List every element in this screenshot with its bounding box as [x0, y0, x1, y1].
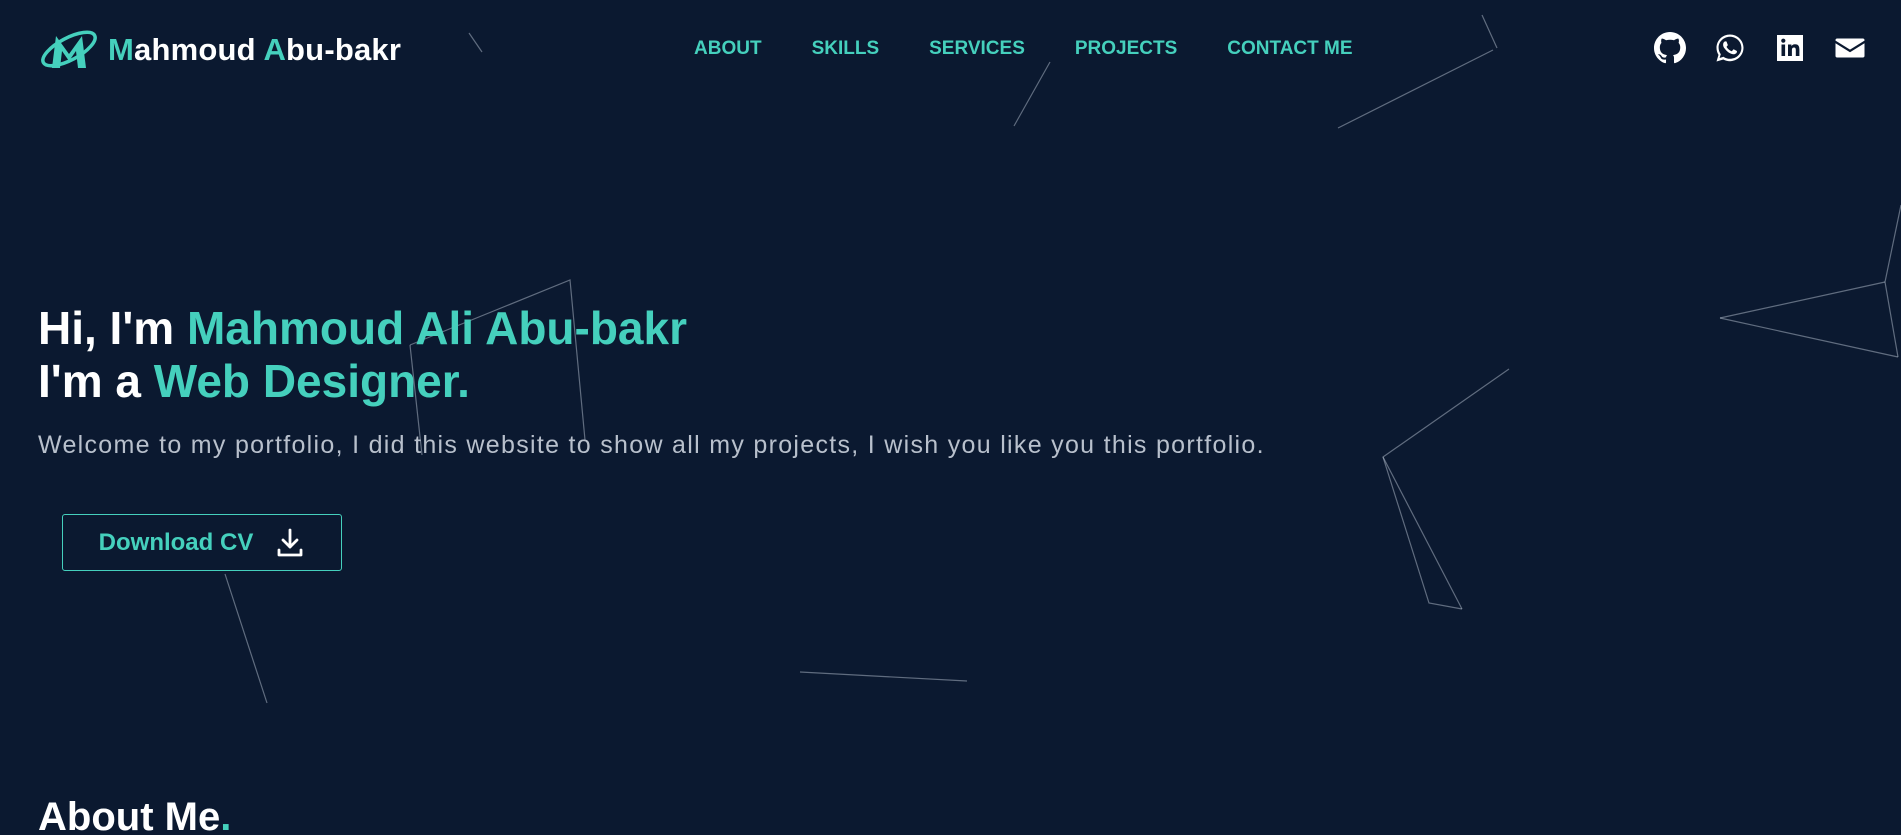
about-section-title: About Me. [38, 795, 232, 835]
whatsapp-link[interactable] [1714, 32, 1746, 64]
hero-name: Mahmoud Ali Abu-bakr [186, 302, 687, 354]
email-link[interactable] [1834, 32, 1866, 64]
nav-link-projects[interactable]: PROJECTS [1075, 36, 1177, 62]
nav-link-services[interactable]: SERVICES [929, 36, 1025, 62]
background-particle-lines [224, 14, 1901, 704]
hero-role-line: I'm a Web Designer. [38, 355, 470, 407]
brand-name: Mahmoud Abu-bakr [108, 32, 402, 67]
nav-link-skills[interactable]: SKILLS [812, 36, 880, 62]
brand-logo-icon [41, 30, 97, 68]
main-nav: ABOUT SKILLS SERVICES PROJECTS CONTACT M… [694, 36, 1353, 62]
github-link[interactable] [1654, 32, 1686, 64]
nav-link-about[interactable]: ABOUT [694, 36, 762, 62]
linkedin-link[interactable] [1774, 32, 1806, 64]
download-cv-label: Download CV [98, 528, 254, 556]
download-icon [277, 528, 303, 556]
hero-role: Web Designer. [153, 355, 470, 407]
social-links [1654, 32, 1866, 64]
github-icon [1654, 32, 1686, 64]
linkedin-icon [1777, 35, 1803, 61]
mail-icon [1835, 38, 1865, 58]
hero-intro-text: Welcome to my portfolio, I did this webs… [38, 431, 1265, 459]
nav-link-contact[interactable]: CONTACT ME [1227, 36, 1352, 62]
hero-heading: Hi, I'm Mahmoud Ali Abu-bakr I'm a Web D… [38, 302, 687, 408]
whatsapp-icon [1716, 34, 1744, 62]
brand-logo-link[interactable]: Mahmoud Abu-bakr [38, 24, 401, 76]
portfolio-page: Mahmoud Abu-bakr ABOUT SKILLS SERVICES P… [0, 0, 1901, 835]
download-cv-button[interactable]: Download CV [62, 514, 342, 571]
hero-greeting-line: Hi, I'm Mahmoud Ali Abu-bakr [38, 302, 687, 354]
